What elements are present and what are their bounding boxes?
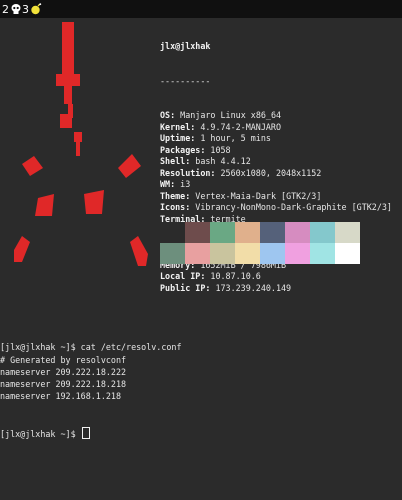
color-swatch [310, 222, 335, 243]
text-cursor [81, 426, 90, 439]
color-swatch [260, 243, 285, 264]
info-value: 10.87.10.6 [205, 271, 261, 281]
info-value: 1058 [205, 144, 231, 155]
info-row: Public IP: 173.239.240.149 [160, 283, 400, 295]
info-value: i3 [175, 179, 191, 189]
info-row: Theme: Vertex-Maia-Dark [GTK2/3] [160, 191, 400, 203]
color-palette-bottom [160, 243, 360, 264]
color-swatch [285, 243, 310, 264]
logo-block [74, 132, 82, 142]
logo-block [60, 114, 72, 128]
color-swatch [335, 222, 360, 243]
i3-status-bar: 2 3 [0, 0, 402, 18]
info-key: Theme: [160, 190, 191, 201]
info-key: Icons: [160, 202, 191, 212]
output-line: nameserver 192.168.1.218 [0, 391, 122, 402]
output-line: nameserver 209.222.18.222 [0, 366, 127, 377]
info-value: 4.9.74-2-MANJARO [195, 121, 282, 132]
manjaro-ascii-logo [14, 22, 148, 266]
prompt-line[interactable]: [jlx@jlxhak ~]$ [0, 426, 402, 439]
info-value: bash 4.4.12 [190, 156, 251, 166]
userhost: jlx@jlxhak [160, 41, 211, 51]
info-key: Uptime: [160, 133, 196, 143]
info-row: Resolution: 2560x1080, 2048x1152 [160, 168, 400, 180]
neofetch-info: jlx@jlxhak ---------- OS: Manjaro Linux … [160, 18, 400, 317]
color-swatch [235, 243, 260, 264]
info-key: Shell: [160, 156, 191, 166]
color-swatch [285, 222, 310, 243]
info-value: 1 hour, 5 mins [195, 133, 271, 143]
color-swatch [210, 222, 235, 243]
info-row: OS: Manjaro Linux x86_64 [160, 110, 400, 122]
info-key: OS: [160, 110, 176, 120]
info-row: Local IP: 10.87.10.6 [160, 271, 400, 283]
logo-block [22, 156, 43, 176]
color-swatch [210, 243, 235, 264]
info-value: Vibrancy-NonMono-Dark-Graphite [GTK2/3] [190, 202, 392, 212]
logo-block [56, 74, 80, 86]
info-key: Public IP: [160, 282, 211, 293]
output-line: nameserver 209.222.18.218 [0, 378, 127, 389]
color-swatch [160, 222, 185, 243]
info-value: Manjaro Linux x86_64 [175, 110, 282, 120]
info-key: Packages: [160, 144, 206, 155]
info-key: Resolution: [160, 167, 216, 178]
logo-block [84, 190, 104, 214]
info-row: Packages: 1058 [160, 145, 400, 157]
color-swatch [310, 243, 335, 264]
info-key: Kernel: [160, 121, 196, 132]
info-value: Vertex-Maia-Dark [GTK2/3] [190, 190, 322, 201]
workspace-3-button[interactable]: 3 [20, 1, 44, 17]
terminal-output: [jlx@jlxhak ~]$ cat /etc/resolv.conf # Ge… [0, 317, 402, 463]
color-swatch [185, 222, 210, 243]
color-swatch [185, 243, 210, 264]
info-key: WM: [160, 179, 176, 189]
termite-terminal[interactable]: jlx@jlxhak ---------- OS: Manjaro Linux … [0, 18, 402, 500]
workspace-number: 3 [22, 2, 29, 16]
info-key: Local IP: [160, 271, 206, 281]
color-swatch [235, 222, 260, 243]
info-row: Icons: Vibrancy-NonMono-Dark-Graphite [G… [160, 202, 400, 214]
info-row: Shell: bash 4.4.12 [160, 156, 400, 168]
color-palette-top [160, 222, 360, 243]
color-swatch [260, 222, 285, 243]
bomb-icon [31, 3, 42, 15]
info-value: 2560x1080, 2048x1152 [215, 167, 322, 178]
info-row: Uptime: 1 hour, 5 mins [160, 133, 400, 145]
info-value: 173.239.240.149 [210, 282, 292, 293]
logo-block [76, 142, 80, 156]
color-swatch [160, 243, 185, 264]
info-row: Kernel: 4.9.74-2-MANJARO [160, 122, 400, 134]
logo-block [62, 22, 74, 76]
logo-block [35, 194, 54, 216]
workspace-number: 2 [2, 2, 9, 16]
logo-block [64, 86, 72, 104]
logo-block [118, 154, 141, 178]
separator: ---------- [160, 75, 211, 86]
output-line: [jlx@jlxhak ~]$ cat /etc/resolv.conf [0, 342, 182, 353]
prompt: [jlx@jlxhak ~]$ [0, 428, 81, 439]
info-row: WM: i3 [160, 179, 400, 191]
logo-block [14, 236, 30, 262]
output-line: # Generated by resolvconf [0, 354, 127, 365]
logo-block [130, 236, 148, 266]
color-swatch [335, 243, 360, 264]
